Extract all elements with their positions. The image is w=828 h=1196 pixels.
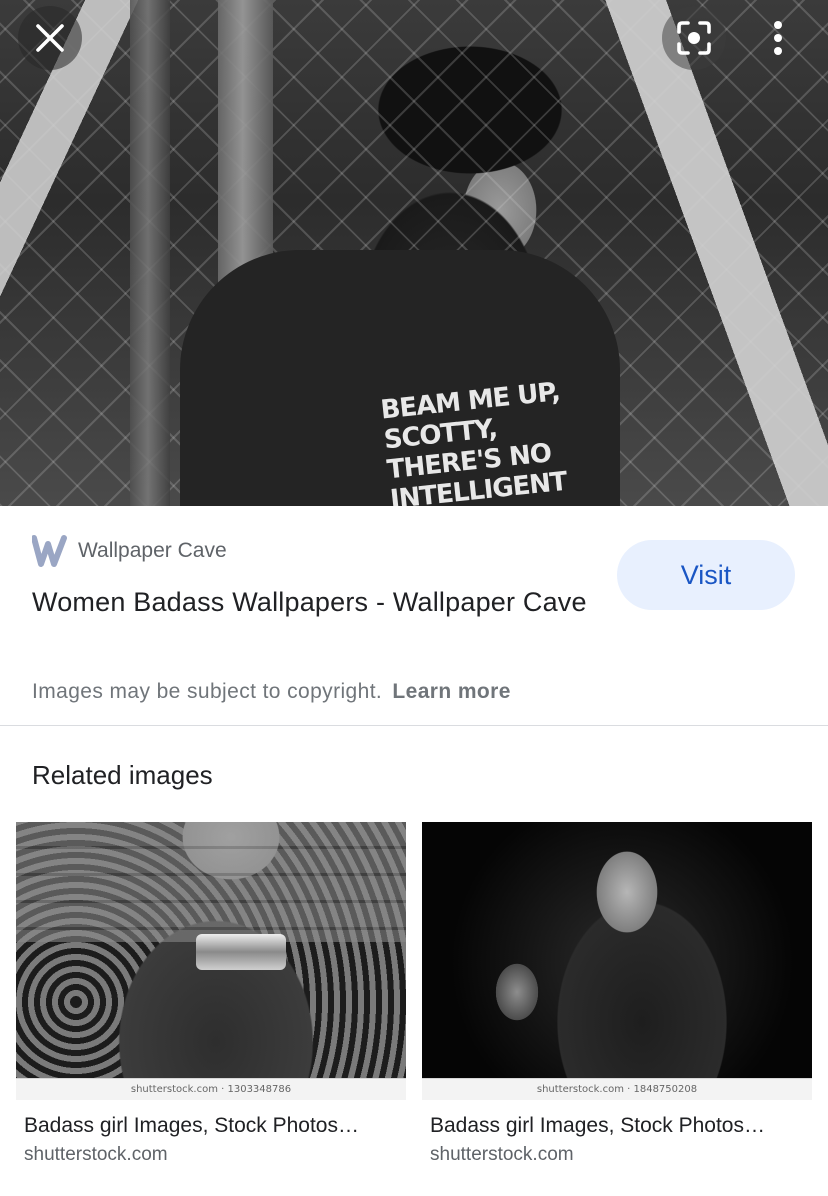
image-watermark: shutterstock.com · 1848750208 [422,1078,812,1100]
main-image[interactable]: BEAM ME UP, SCOTTY, THERE'S NO INTELLIGE… [0,0,828,506]
copyright-notice: Images may be subject to copyright. Lear… [32,680,511,704]
related-image-title[interactable]: Badass girl Images, Stock Photos… [422,1114,802,1138]
wallpaper-cave-logo [32,535,67,567]
learn-more-link[interactable]: Learn more [392,680,510,703]
image-watermark: shutterstock.com · 1303348786 [16,1078,406,1100]
source-row[interactable]: Wallpaper Cave [32,534,227,568]
related-image-thumbnail[interactable] [16,822,406,1078]
related-images-heading: Related images [32,760,213,790]
shirt-text: BEAM ME UP, SCOTTY, THERE'S NO INTELLIGE… [379,377,569,506]
source-name: Wallpaper Cave [78,539,227,562]
more-options-button[interactable] [748,6,808,70]
visit-button[interactable]: Visit [617,540,795,610]
related-image-source: shutterstock.com [430,1144,574,1165]
close-icon [36,24,64,52]
google-lens-icon [677,21,711,55]
copyright-text: Images may be subject to copyright. [32,680,383,703]
fence-pole [130,0,170,506]
close-button[interactable] [18,6,82,70]
related-image-thumbnail[interactable] [422,822,812,1078]
related-image-source: shutterstock.com [24,1144,168,1165]
result-title[interactable]: Women Badass Wallpapers - Wallpaper Cave [32,582,592,622]
related-image-card[interactable]: shutterstock.com · 1848750208 Badass gir… [422,822,812,1166]
image-info-panel: Wallpaper Cave Women Badass Wallpapers -… [0,506,828,726]
related-image-card[interactable]: shutterstock.com · 1303348786 Badass gir… [16,822,406,1166]
more-vertical-icon [774,21,782,55]
related-image-title[interactable]: Badass girl Images, Stock Photos… [16,1114,396,1138]
brick-wall [16,822,406,942]
choker-necklace [196,934,286,970]
google-lens-button[interactable] [662,6,726,70]
